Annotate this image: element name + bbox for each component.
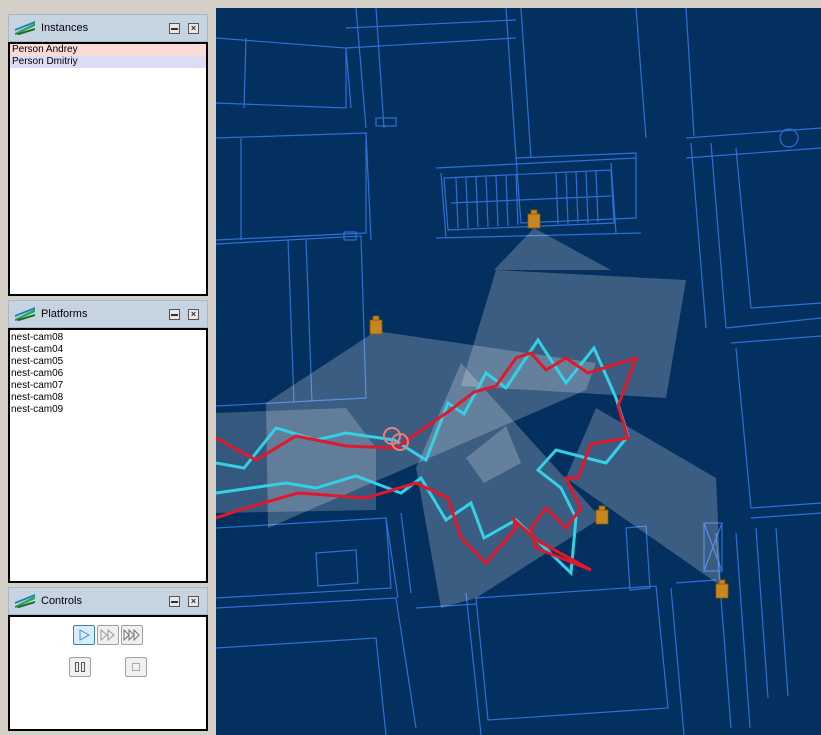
instances-panel-title: Instances xyxy=(41,22,89,34)
close-icon[interactable]: × xyxy=(188,308,199,320)
list-item-platform[interactable]: nest-cam06 xyxy=(10,368,206,380)
pause-icon xyxy=(75,662,85,672)
faster-forward-icon xyxy=(123,629,140,641)
app-logo-icon xyxy=(15,307,35,321)
list-item-platform[interactable]: nest-cam09 xyxy=(10,404,206,416)
fast-forward-icon xyxy=(100,629,115,641)
app-logo-icon xyxy=(15,594,35,608)
list-item-platform[interactable]: nest-cam08 xyxy=(10,392,206,404)
left-sidebar: Instances × Person Andrey Person Dmitriy… xyxy=(0,0,214,735)
controls-panel: Controls × xyxy=(8,587,208,731)
platforms-panel-header[interactable]: Platforms × xyxy=(8,300,208,328)
controls-panel-title: Controls xyxy=(41,595,82,607)
instances-list: Person Andrey Person Dmitriy xyxy=(8,42,208,296)
platforms-panel-title: Platforms xyxy=(41,308,88,320)
platforms-panel: Platforms × nest-cam08 nest-cam04 nest-c… xyxy=(8,300,208,583)
list-item-platform[interactable]: nest-cam05 xyxy=(10,356,206,368)
platforms-list: nest-cam08 nest-cam04 nest-cam05 nest-ca… xyxy=(8,328,208,583)
list-item-instance[interactable]: Person Andrey xyxy=(10,44,206,56)
list-item-platform[interactable]: nest-cam07 xyxy=(10,380,206,392)
minimize-icon[interactable] xyxy=(169,308,180,320)
minimize-icon[interactable] xyxy=(169,595,180,607)
stop-button[interactable] xyxy=(125,657,147,677)
camera-coverage xyxy=(216,228,721,608)
faster-forward-button[interactable] xyxy=(121,625,143,645)
floorplan-map[interactable] xyxy=(216,8,821,735)
instances-panel: Instances × Person Andrey Person Dmitriy xyxy=(8,14,208,296)
controls-panel-header[interactable]: Controls × xyxy=(8,587,208,615)
pause-stop-row xyxy=(10,657,206,677)
camera-icon[interactable] xyxy=(595,505,609,525)
playback-row xyxy=(10,625,206,645)
pause-button[interactable] xyxy=(69,657,91,677)
minimize-icon[interactable] xyxy=(169,22,180,34)
instances-panel-header[interactable]: Instances × xyxy=(8,14,208,42)
play-button[interactable] xyxy=(73,625,95,645)
floorplan-svg xyxy=(216,8,821,735)
camera-icon[interactable] xyxy=(369,315,383,335)
camera-icon[interactable] xyxy=(527,209,541,229)
list-item-platform[interactable]: nest-cam04 xyxy=(10,344,206,356)
controls-body xyxy=(8,615,208,731)
list-item-platform[interactable]: nest-cam08 xyxy=(10,332,206,344)
close-icon[interactable]: × xyxy=(188,22,199,34)
stop-icon xyxy=(132,663,140,671)
fast-forward-button[interactable] xyxy=(97,625,119,645)
app-logo-icon xyxy=(15,21,35,35)
close-icon[interactable]: × xyxy=(188,595,199,607)
list-item-instance[interactable]: Person Dmitriy xyxy=(10,56,206,68)
play-icon xyxy=(79,629,90,641)
